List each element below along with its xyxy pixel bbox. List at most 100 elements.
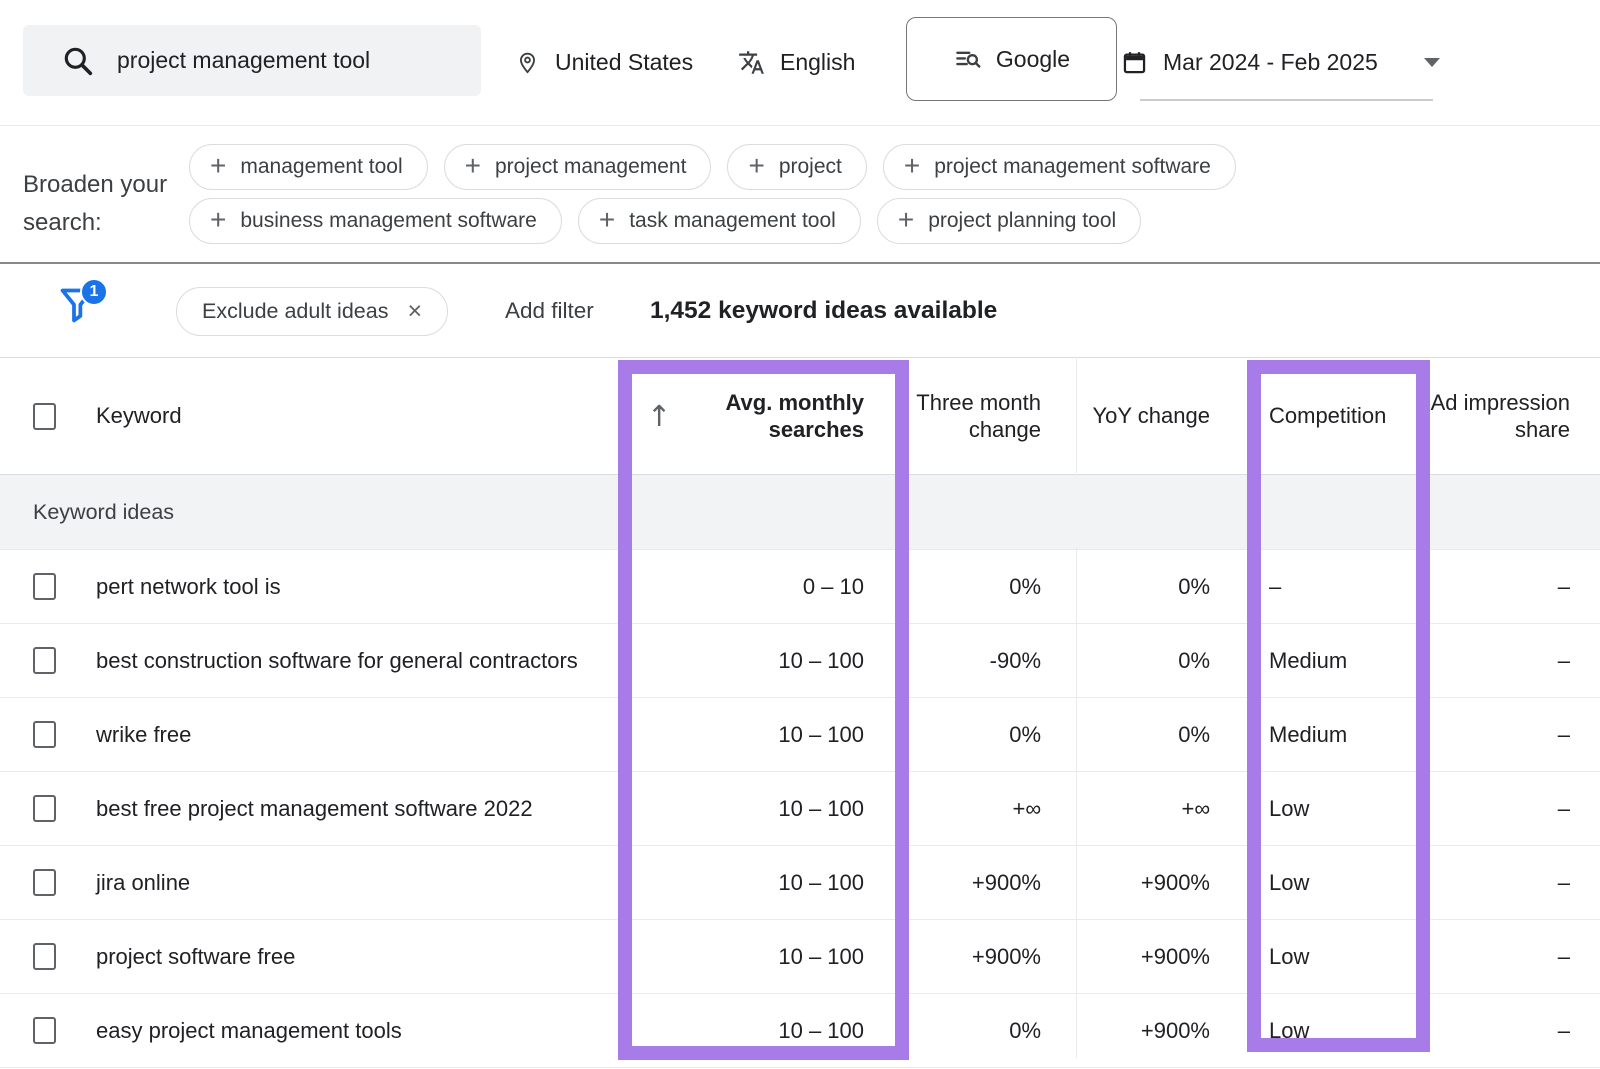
plus-icon: +: [465, 152, 481, 180]
ad-impression-share-cell: –: [1430, 994, 1600, 1067]
ad-impression-share-cell: –: [1430, 846, 1600, 919]
close-icon[interactable]: ×: [407, 299, 422, 324]
broaden-chip-management-tool[interactable]: +management tool: [189, 144, 428, 190]
filter-chip-label: Exclude adult ideas: [202, 299, 388, 324]
header-keyword: Keyword: [0, 358, 618, 474]
location-pin-icon: [515, 50, 540, 75]
header-three-month-label: Three month change: [909, 389, 1041, 443]
broaden-chip-project[interactable]: +project: [727, 144, 866, 190]
location-selector[interactable]: United States: [515, 0, 693, 125]
three-month-change-cell: +900%: [909, 846, 1076, 919]
three-month-change-cell: 0%: [909, 994, 1076, 1067]
yoy-change-cell: 0%: [1076, 550, 1247, 623]
network-label: Google: [996, 46, 1070, 73]
header-competition-label: Competition: [1269, 403, 1386, 429]
table-row: wrike free 10 – 100 0% 0% Medium –: [0, 698, 1600, 772]
ad-impression-share-cell: –: [1430, 920, 1600, 993]
search-icon: [60, 43, 96, 79]
broaden-chip-business-management-software[interactable]: +business management software: [189, 198, 562, 244]
row-checkbox[interactable]: [33, 869, 56, 896]
broaden-chips-row-2: +business management software + task mana…: [189, 198, 1141, 244]
sort-ascending-icon[interactable]: ↑: [647, 399, 671, 433]
header-yoy-change[interactable]: YoY change: [1076, 358, 1247, 474]
competition-cell: Low: [1247, 846, 1430, 919]
keyword-ideas-section-label: Keyword ideas: [33, 500, 174, 525]
plus-icon: +: [210, 206, 226, 234]
yoy-change-cell: +900%: [1076, 920, 1247, 993]
header-keyword-label: Keyword: [96, 403, 182, 429]
avg-monthly-searches-cell: 10 – 100: [618, 846, 909, 919]
yoy-change-cell: +900%: [1076, 994, 1247, 1067]
keyword-cell[interactable]: wrike free: [96, 722, 191, 748]
filter-bar: 1 Exclude adult ideas × Add filter 1,452…: [0, 264, 1600, 357]
broaden-chip-project-planning-tool[interactable]: +project planning tool: [877, 198, 1141, 244]
avg-monthly-searches-cell: 0 – 10: [618, 550, 909, 623]
row-checkbox[interactable]: [33, 721, 56, 748]
avg-monthly-searches-cell: 10 – 100: [618, 698, 909, 771]
three-month-change-cell: -90%: [909, 624, 1076, 697]
three-month-change-cell: +∞: [909, 772, 1076, 845]
three-month-change-cell: +900%: [909, 920, 1076, 993]
row-checkbox[interactable]: [33, 573, 56, 600]
keyword-cell[interactable]: jira online: [96, 870, 190, 896]
ad-impression-share-cell: –: [1430, 550, 1600, 623]
row-checkbox[interactable]: [33, 795, 56, 822]
keyword-ideas-count: 1,452 keyword ideas available: [650, 264, 997, 357]
keyword-cell[interactable]: best free project management software 20…: [96, 796, 533, 822]
competition-cell: –: [1247, 550, 1430, 623]
broaden-chips-row-1: +management tool +project management +pr…: [189, 144, 1236, 190]
header-avg-label: Avg. monthly searches: [712, 389, 864, 443]
chip-label: project planning tool: [928, 209, 1116, 233]
filter-count-badge: 1: [80, 278, 108, 306]
avg-monthly-searches-cell: 10 – 100: [618, 772, 909, 845]
table-row: pert network tool is 0 – 10 0% 0% – –: [0, 550, 1600, 624]
row-checkbox[interactable]: [33, 1017, 56, 1044]
keyword-ideas-section-row: Keyword ideas: [0, 475, 1600, 550]
header-yoy-label: YoY change: [1093, 403, 1210, 429]
row-checkbox[interactable]: [33, 943, 56, 970]
three-month-change-cell: 0%: [909, 698, 1076, 771]
avg-monthly-searches-cell: 10 – 100: [618, 920, 909, 993]
avg-monthly-searches-cell: 10 – 100: [618, 994, 909, 1067]
broaden-chip-project-management[interactable]: +project management: [444, 144, 712, 190]
table-row: project software free 10 – 100 +900% +90…: [0, 920, 1600, 994]
network-selector[interactable]: Google: [906, 17, 1117, 101]
table-row: jira online 10 – 100 +900% +900% Low –: [0, 846, 1600, 920]
broaden-chip-project-management-software[interactable]: +project management software: [883, 144, 1236, 190]
header-ad-impression-share[interactable]: Ad impression share: [1430, 358, 1600, 474]
keyword-cell[interactable]: easy project management tools: [96, 1018, 402, 1044]
select-all-checkbox[interactable]: [33, 403, 56, 430]
header-competition[interactable]: Competition: [1247, 358, 1430, 474]
add-filter-button[interactable]: Add filter: [505, 264, 594, 357]
ad-impression-share-cell: –: [1430, 698, 1600, 771]
column-divider: [1076, 547, 1077, 1058]
competition-cell: Medium: [1247, 698, 1430, 771]
yoy-change-cell: 0%: [1076, 624, 1247, 697]
header-three-month-change[interactable]: Three month change: [909, 358, 1076, 474]
chip-label: task management tool: [629, 209, 836, 233]
competition-cell: Low: [1247, 920, 1430, 993]
keyword-cell[interactable]: pert network tool is: [96, 574, 281, 600]
chip-label: project: [779, 155, 842, 179]
plus-icon: +: [599, 206, 615, 234]
table-row: easy project management tools 10 – 100 0…: [0, 994, 1600, 1068]
broaden-chip-task-management-tool[interactable]: + task management tool: [578, 198, 861, 244]
keyword-search-input[interactable]: project management tool: [23, 25, 481, 96]
dropdown-caret-icon: [1424, 58, 1440, 67]
broaden-search-label: Broaden your search:: [23, 166, 195, 242]
date-range-label: Mar 2024 - Feb 2025: [1163, 49, 1378, 76]
translate-icon: [738, 49, 765, 76]
date-range-selector[interactable]: Mar 2024 - Feb 2025: [1121, 0, 1440, 125]
filter-button[interactable]: 1: [56, 282, 112, 338]
row-checkbox[interactable]: [33, 647, 56, 674]
yoy-change-cell: +900%: [1076, 846, 1247, 919]
keyword-ideas-table: Keyword ↑ Avg. monthly searches Three mo…: [0, 357, 1600, 1068]
header-ad-share-label: Ad impression share: [1430, 389, 1570, 443]
keyword-cell[interactable]: best construction software for general c…: [96, 648, 578, 674]
exclude-adult-ideas-chip[interactable]: Exclude adult ideas ×: [176, 287, 448, 336]
keyword-cell[interactable]: project software free: [96, 944, 295, 970]
add-filter-label: Add filter: [505, 298, 594, 324]
header-avg-monthly-searches[interactable]: ↑ Avg. monthly searches: [618, 358, 909, 474]
language-selector[interactable]: English: [738, 0, 855, 125]
column-divider: [1076, 357, 1077, 473]
